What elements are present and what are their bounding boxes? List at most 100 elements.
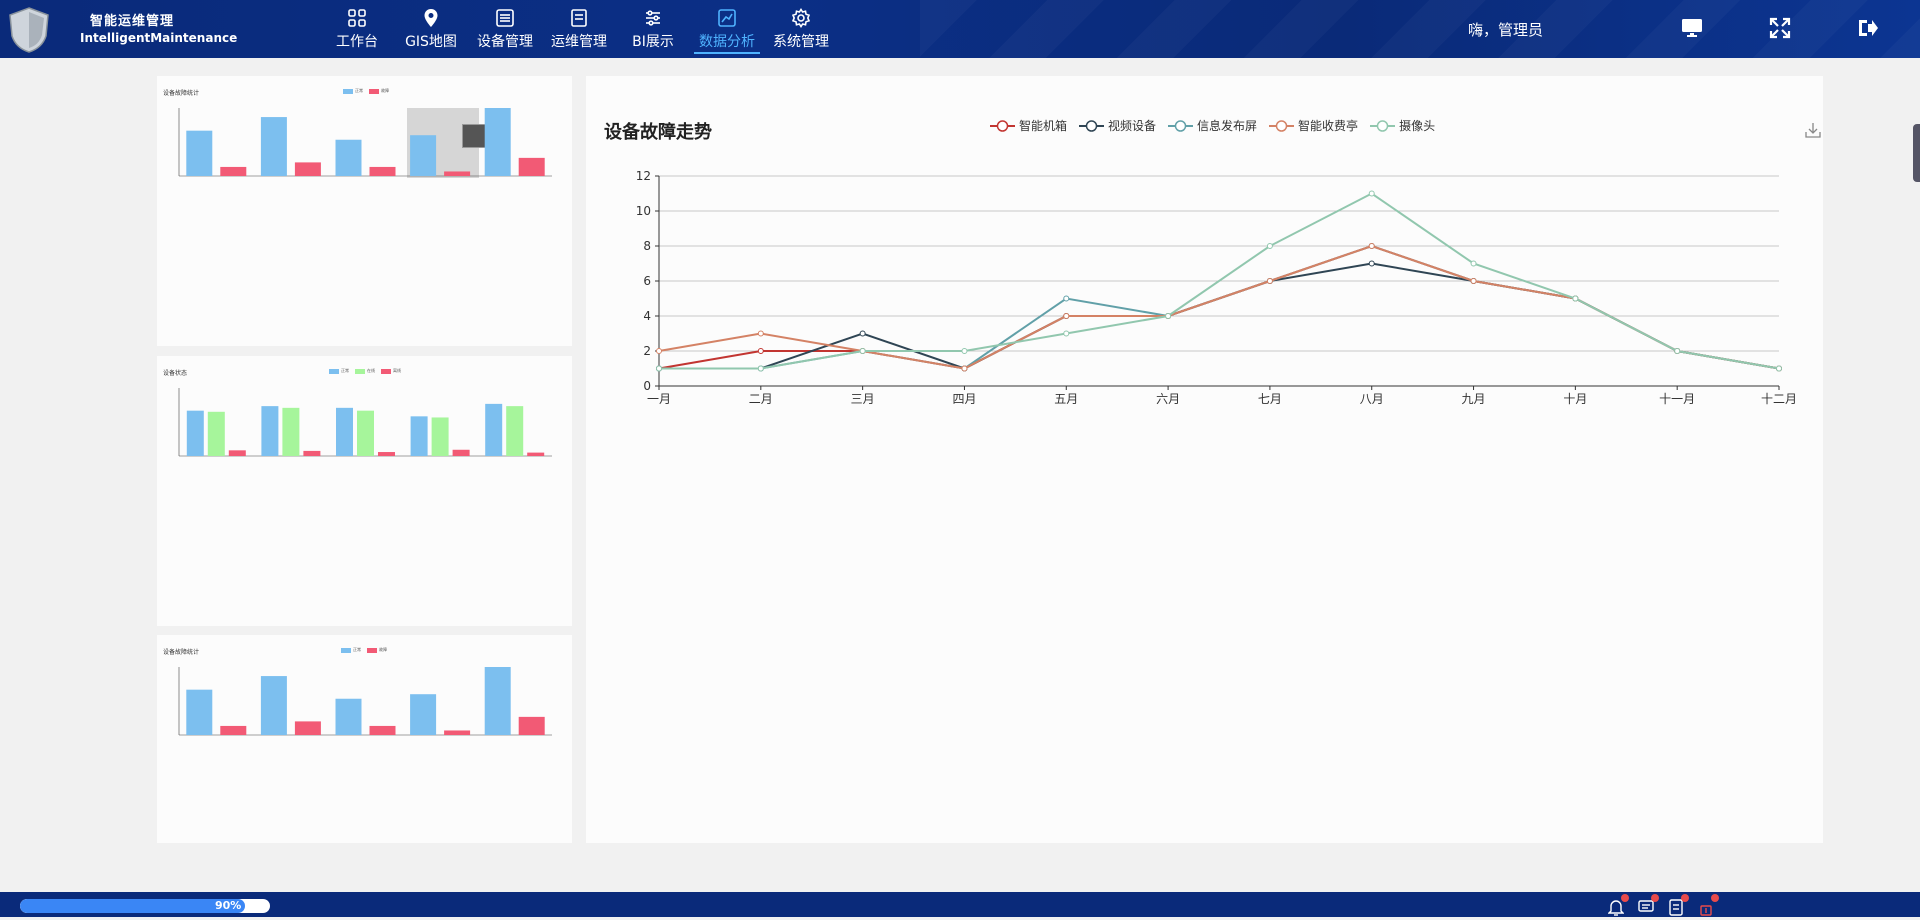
nav-label: GIS地图 — [405, 34, 457, 50]
data-point — [1266, 243, 1273, 249]
data-point — [1776, 365, 1782, 372]
mini-bar-chart-fault-2 — [178, 667, 552, 736]
data-point — [1368, 243, 1375, 249]
brand-title-cn: 智能运维管理 — [90, 14, 175, 29]
legend-label: 摄像头 — [1399, 119, 1436, 133]
data-point — [859, 348, 866, 354]
task-list-icon[interactable] — [1668, 894, 1689, 916]
legend-label: 智能机箱 — [1019, 119, 1068, 133]
mini-bar — [444, 171, 471, 176]
brand-title-en: IntelligentMaintenance — [80, 31, 238, 45]
mini-bar — [410, 135, 437, 176]
y-tick-label: 6 — [643, 274, 651, 288]
notification-dot — [1681, 894, 1689, 902]
mini-chart-panel-1: 设备故障统计 正常 故障 — [157, 76, 572, 346]
nav-item-data-analysis[interactable]: 数据分析 — [690, 0, 764, 58]
legend-item[interactable]: 智能机箱 — [990, 117, 1067, 134]
legend-item[interactable]: 视频设备 — [1079, 117, 1156, 134]
data-point — [1368, 190, 1375, 197]
data-point — [656, 365, 662, 372]
x-tick-label: 四月 — [952, 392, 976, 406]
mini-chart-panel-2: 设备状态 正常 在线 离线 — [157, 356, 572, 626]
x-tick-label: 一月 — [647, 392, 671, 406]
mini-bar — [260, 117, 287, 176]
mini-bar — [294, 162, 321, 176]
mini-bar — [220, 166, 247, 176]
nav-item-gis-map[interactable]: GIS地图 — [394, 0, 468, 58]
nav-item-device-management[interactable]: 设备管理 — [468, 0, 542, 58]
mini-bar — [452, 449, 470, 456]
nav-item-bi-display[interactable]: BI展示 — [616, 0, 690, 58]
x-tick-label: 二月 — [749, 392, 773, 406]
y-tick-label: 2 — [643, 344, 651, 358]
nav-label: 数据分析 — [699, 34, 755, 50]
mini-bar-chart-status — [178, 388, 552, 457]
x-tick-label: 八月 — [1360, 392, 1384, 406]
legend-item[interactable]: 智能收费亭 — [1269, 117, 1358, 134]
data-point — [1063, 330, 1070, 337]
monitor-icon[interactable] — [1680, 16, 1704, 40]
mini-bar — [444, 730, 471, 735]
data-point — [656, 348, 662, 354]
y-tick-label: 8 — [643, 239, 651, 253]
user-greeting: 嗨，管理员 — [1468, 21, 1544, 39]
location-pin-icon — [424, 9, 438, 27]
nav-item-system-management[interactable]: 系统管理 — [764, 0, 838, 58]
fullscreen-icon[interactable] — [1768, 16, 1792, 40]
side-panel-tab[interactable] — [1913, 124, 1920, 182]
notification-dot — [1651, 894, 1659, 902]
legend-marker-icon — [1370, 119, 1396, 132]
trend-chart-icon — [718, 9, 736, 27]
mini-bar — [369, 166, 396, 176]
mini-bar — [336, 407, 353, 456]
data-point — [1266, 278, 1273, 284]
data-point — [1470, 260, 1477, 267]
main-chart-title: 设备故障走势 — [604, 122, 712, 143]
x-tick-label: 七月 — [1258, 392, 1282, 406]
logout-icon[interactable] — [1856, 16, 1880, 40]
nav-label: 系统管理 — [773, 34, 829, 50]
x-tick-label: 五月 — [1054, 392, 1078, 406]
y-tick-label: 0 — [643, 379, 651, 393]
nav-item-ops-management[interactable]: 运维管理 — [542, 0, 616, 58]
data-point — [1165, 313, 1172, 319]
mini-bar — [410, 694, 437, 735]
main-chart-legend: 智能机箱 视频设备 信息发布屏 智能收费亭 摄像头 — [990, 117, 1435, 134]
alarm-icon[interactable] — [1698, 894, 1719, 916]
document-icon — [571, 9, 587, 27]
data-point — [961, 365, 968, 372]
data-point — [1368, 260, 1375, 267]
nav-item-workbench[interactable]: 工作台 — [320, 0, 394, 58]
legend-item[interactable]: 信息发布屏 — [1168, 117, 1257, 134]
data-point — [1063, 295, 1070, 302]
y-tick-label: 4 — [643, 309, 651, 323]
grid-icon — [348, 9, 366, 27]
mini-bar — [357, 410, 374, 456]
legend-marker-icon — [990, 119, 1015, 132]
nav-label: 工作台 — [336, 34, 378, 50]
mini-bar — [518, 157, 545, 176]
mini-bar-chart-fault-1 — [178, 108, 552, 177]
main-line-chart: 0 2 4 6 8 10 12 一月 二月 三月 四月 五月 六月 七月 八月 九月 十月 十一月 十二月 — [636, 169, 1797, 406]
x-tick-label: 三月 — [851, 392, 875, 406]
mini-bar — [485, 403, 503, 456]
data-point — [757, 365, 764, 372]
notification-bell-icon[interactable] — [1607, 894, 1629, 916]
y-tick-label: 12 — [636, 169, 651, 183]
mini-bar — [506, 406, 524, 456]
legend-marker-icon — [1079, 119, 1105, 132]
mini-bar — [282, 407, 300, 456]
mini-bar — [484, 108, 511, 176]
data-point — [859, 330, 866, 337]
download-icon[interactable] — [1804, 121, 1822, 139]
mini-bar — [261, 406, 279, 456]
mini-bar — [527, 452, 545, 456]
message-icon[interactable] — [1638, 894, 1659, 916]
mini-bar — [186, 130, 213, 176]
legend-label: 智能收费亭 — [1298, 119, 1359, 133]
legend-item[interactable]: 摄像头 — [1370, 117, 1435, 134]
series-line — [658, 244, 1780, 370]
data-point — [1572, 295, 1579, 302]
mini-bar — [484, 667, 511, 735]
mini-bar — [378, 452, 395, 456]
